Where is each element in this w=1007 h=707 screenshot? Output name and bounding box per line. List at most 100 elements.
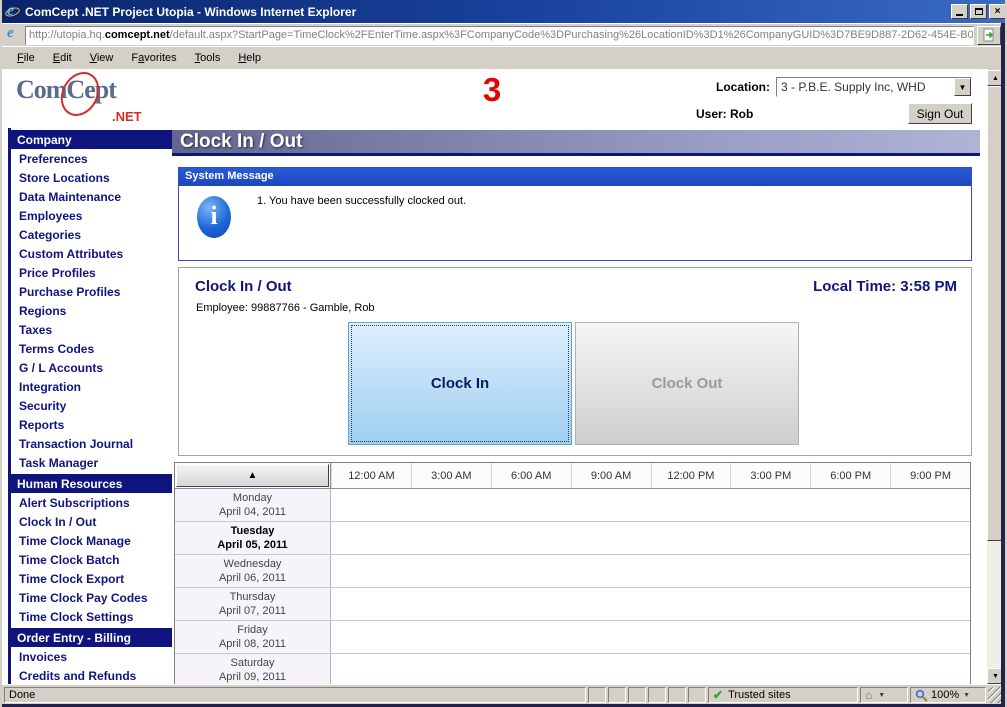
time-column-header: 12:00 AM xyxy=(331,463,411,488)
sidebar-item-g-l-accounts[interactable]: G / L Accounts xyxy=(11,358,172,377)
sidebar-item-credits-and-refunds[interactable]: Credits and Refunds xyxy=(11,666,172,684)
menu-help[interactable]: Help xyxy=(229,49,270,67)
app-area: ComCept .NET 3 Location: 3 - P.B.E. Supp… xyxy=(2,69,987,684)
status-cell xyxy=(688,687,706,703)
close-button[interactable]: × xyxy=(989,4,1006,19)
sidebar-item-invoices[interactable]: Invoices xyxy=(11,647,172,666)
comcept-logo: ComCept .NET xyxy=(16,75,166,125)
time-column-header: 9:00 PM xyxy=(890,463,970,488)
sign-out-button[interactable]: Sign Out xyxy=(908,103,972,124)
status-text: Done xyxy=(4,687,586,703)
status-bar: Done ✔ Trusted sites ⌂ ▼ 100% ▼ xyxy=(2,684,1005,704)
sidebar-item-transaction-journal[interactable]: Transaction Journal xyxy=(11,434,172,453)
day-cell-wednesday: WednesdayApril 06, 2011 xyxy=(175,555,331,587)
sidebar-item-regions[interactable]: Regions xyxy=(11,301,172,320)
trusted-sites-label: Trusted sites xyxy=(728,689,791,701)
main-content: Clock In / Out System Message i 1. You h… xyxy=(172,130,980,684)
zoom-dropdown-icon[interactable]: ▼ xyxy=(963,692,970,699)
menu-edit[interactable]: Edit xyxy=(44,49,81,67)
menu-favorites[interactable]: Favorites xyxy=(122,49,185,67)
address-input[interactable]: http://utopia.hq.comcept.net/default.asp… xyxy=(25,26,974,45)
page-title: Clock In / Out xyxy=(172,130,980,156)
go-button[interactable] xyxy=(977,26,1001,45)
timeclock-row: SaturdayApril 09, 2011 xyxy=(175,654,970,684)
sidebar-item-time-clock-export[interactable]: Time Clock Export xyxy=(11,569,172,588)
sidebar-section-human-resources[interactable]: Human Resources xyxy=(11,474,172,493)
location-number: 3 xyxy=(460,71,524,109)
phishing-filter[interactable]: ⌂ ▼ xyxy=(860,687,908,703)
time-column-header: 3:00 PM xyxy=(730,463,810,488)
timeclock-row: FridayApril 08, 2011 xyxy=(175,621,970,654)
sidebar-item-clock-in-out[interactable]: Clock In / Out xyxy=(11,512,172,531)
timeclock-row: WednesdayApril 06, 2011 xyxy=(175,555,970,588)
sidebar-section-company[interactable]: Company xyxy=(11,130,172,149)
time-column-header: 6:00 PM xyxy=(810,463,890,488)
day-cell-monday: MondayApril 04, 2011 xyxy=(175,489,331,521)
maximize-button[interactable] xyxy=(970,4,987,19)
clock-in-button[interactable]: Clock In xyxy=(348,322,572,445)
ie-logo-icon: e xyxy=(5,4,21,20)
timeclock-row-body xyxy=(331,654,970,684)
sidebar-item-reports[interactable]: Reports xyxy=(11,415,172,434)
trusted-check-icon: ✔ xyxy=(713,688,723,702)
sidebar-item-task-manager[interactable]: Task Manager xyxy=(11,453,172,472)
sidebar-item-time-clock-settings[interactable]: Time Clock Settings xyxy=(11,607,172,626)
menu-tools[interactable]: Tools xyxy=(186,49,230,67)
status-cell xyxy=(608,687,626,703)
time-column-header: 3:00 AM xyxy=(411,463,491,488)
timeclock-row-body xyxy=(331,555,970,587)
menu-file[interactable]: File xyxy=(8,49,44,67)
sidebar-section-order-entry-billing[interactable]: Order Entry - Billing xyxy=(11,628,172,647)
address-bar: e http://utopia.hq.comcept.net/default.a… xyxy=(2,23,1005,46)
timeclock-table: ▲12:00 AM3:00 AM6:00 AM9:00 AM12:00 PM3:… xyxy=(174,462,971,684)
clock-out-button[interactable]: Clock Out xyxy=(575,322,799,445)
day-cell-thursday: ThursdayApril 07, 2011 xyxy=(175,588,331,620)
sidebar-item-purchase-profiles[interactable]: Purchase Profiles xyxy=(11,282,172,301)
zoom-control[interactable]: 100% ▼ xyxy=(910,687,986,703)
timeclock-row-body xyxy=(331,489,970,521)
time-column-header: 12:00 PM xyxy=(651,463,731,488)
sidebar-item-integration[interactable]: Integration xyxy=(11,377,172,396)
timeclock-row: MondayApril 04, 2011 xyxy=(175,489,970,522)
location-select[interactable]: 3 - P.B.E. Supply Inc, WHD ▼ xyxy=(776,77,972,97)
page-icon: e xyxy=(6,28,21,43)
sidebar-item-data-maintenance[interactable]: Data Maintenance xyxy=(11,187,172,206)
menu-view[interactable]: View xyxy=(81,49,123,67)
logo-net: .NET xyxy=(112,109,142,124)
clock-panel: Clock In / Out Local Time: 3:58 PM Emplo… xyxy=(178,267,972,456)
sidebar-item-taxes[interactable]: Taxes xyxy=(11,320,172,339)
sidebar-item-categories[interactable]: Categories xyxy=(11,225,172,244)
status-cell xyxy=(668,687,686,703)
sidebar-item-time-clock-pay-codes[interactable]: Time Clock Pay Codes xyxy=(11,588,172,607)
sidebar-item-time-clock-batch[interactable]: Time Clock Batch xyxy=(11,550,172,569)
time-column-header: 9:00 AM xyxy=(571,463,651,488)
sidebar-item-store-locations[interactable]: Store Locations xyxy=(11,168,172,187)
location-dropdown-arrow-icon[interactable]: ▼ xyxy=(954,78,971,96)
sidebar-item-custom-attributes[interactable]: Custom Attributes xyxy=(11,244,172,263)
go-icon xyxy=(982,28,996,42)
user-label: User: Rob xyxy=(696,107,753,121)
sidebar-item-employees[interactable]: Employees xyxy=(11,206,172,225)
sidebar-item-alert-subscriptions[interactable]: Alert Subscriptions xyxy=(11,493,172,512)
title-bar: e ComCept .NET Project Utopia - Windows … xyxy=(2,0,1007,23)
sidebar-item-terms-codes[interactable]: Terms Codes xyxy=(11,339,172,358)
location-value: 3 - P.B.E. Supply Inc, WHD xyxy=(777,80,954,94)
zoom-icon xyxy=(915,689,928,702)
sidebar-item-security[interactable]: Security xyxy=(11,396,172,415)
sort-day-button[interactable]: ▲ xyxy=(176,464,329,487)
location-label: Location: xyxy=(716,80,770,94)
menu-bar: FileEditViewFavoritesToolsHelp xyxy=(2,46,1005,69)
sidebar-item-time-clock-manage[interactable]: Time Clock Manage xyxy=(11,531,172,550)
info-icon: i xyxy=(197,196,231,238)
timeclock-row-body xyxy=(331,522,970,554)
local-time: Local Time: 3:58 PM xyxy=(813,278,957,295)
status-cell xyxy=(648,687,666,703)
address-url: http://utopia.hq.comcept.net/default.asp… xyxy=(29,29,974,41)
time-column-header: 6:00 AM xyxy=(491,463,571,488)
phishing-dropdown-icon[interactable]: ▼ xyxy=(878,692,885,699)
system-message-panel: System Message i 1. You have been succes… xyxy=(178,167,972,261)
timeclock-row-body xyxy=(331,588,970,620)
sidebar-item-preferences[interactable]: Preferences xyxy=(11,149,172,168)
sidebar-item-price-profiles[interactable]: Price Profiles xyxy=(11,263,172,282)
minimize-button[interactable] xyxy=(951,4,968,19)
